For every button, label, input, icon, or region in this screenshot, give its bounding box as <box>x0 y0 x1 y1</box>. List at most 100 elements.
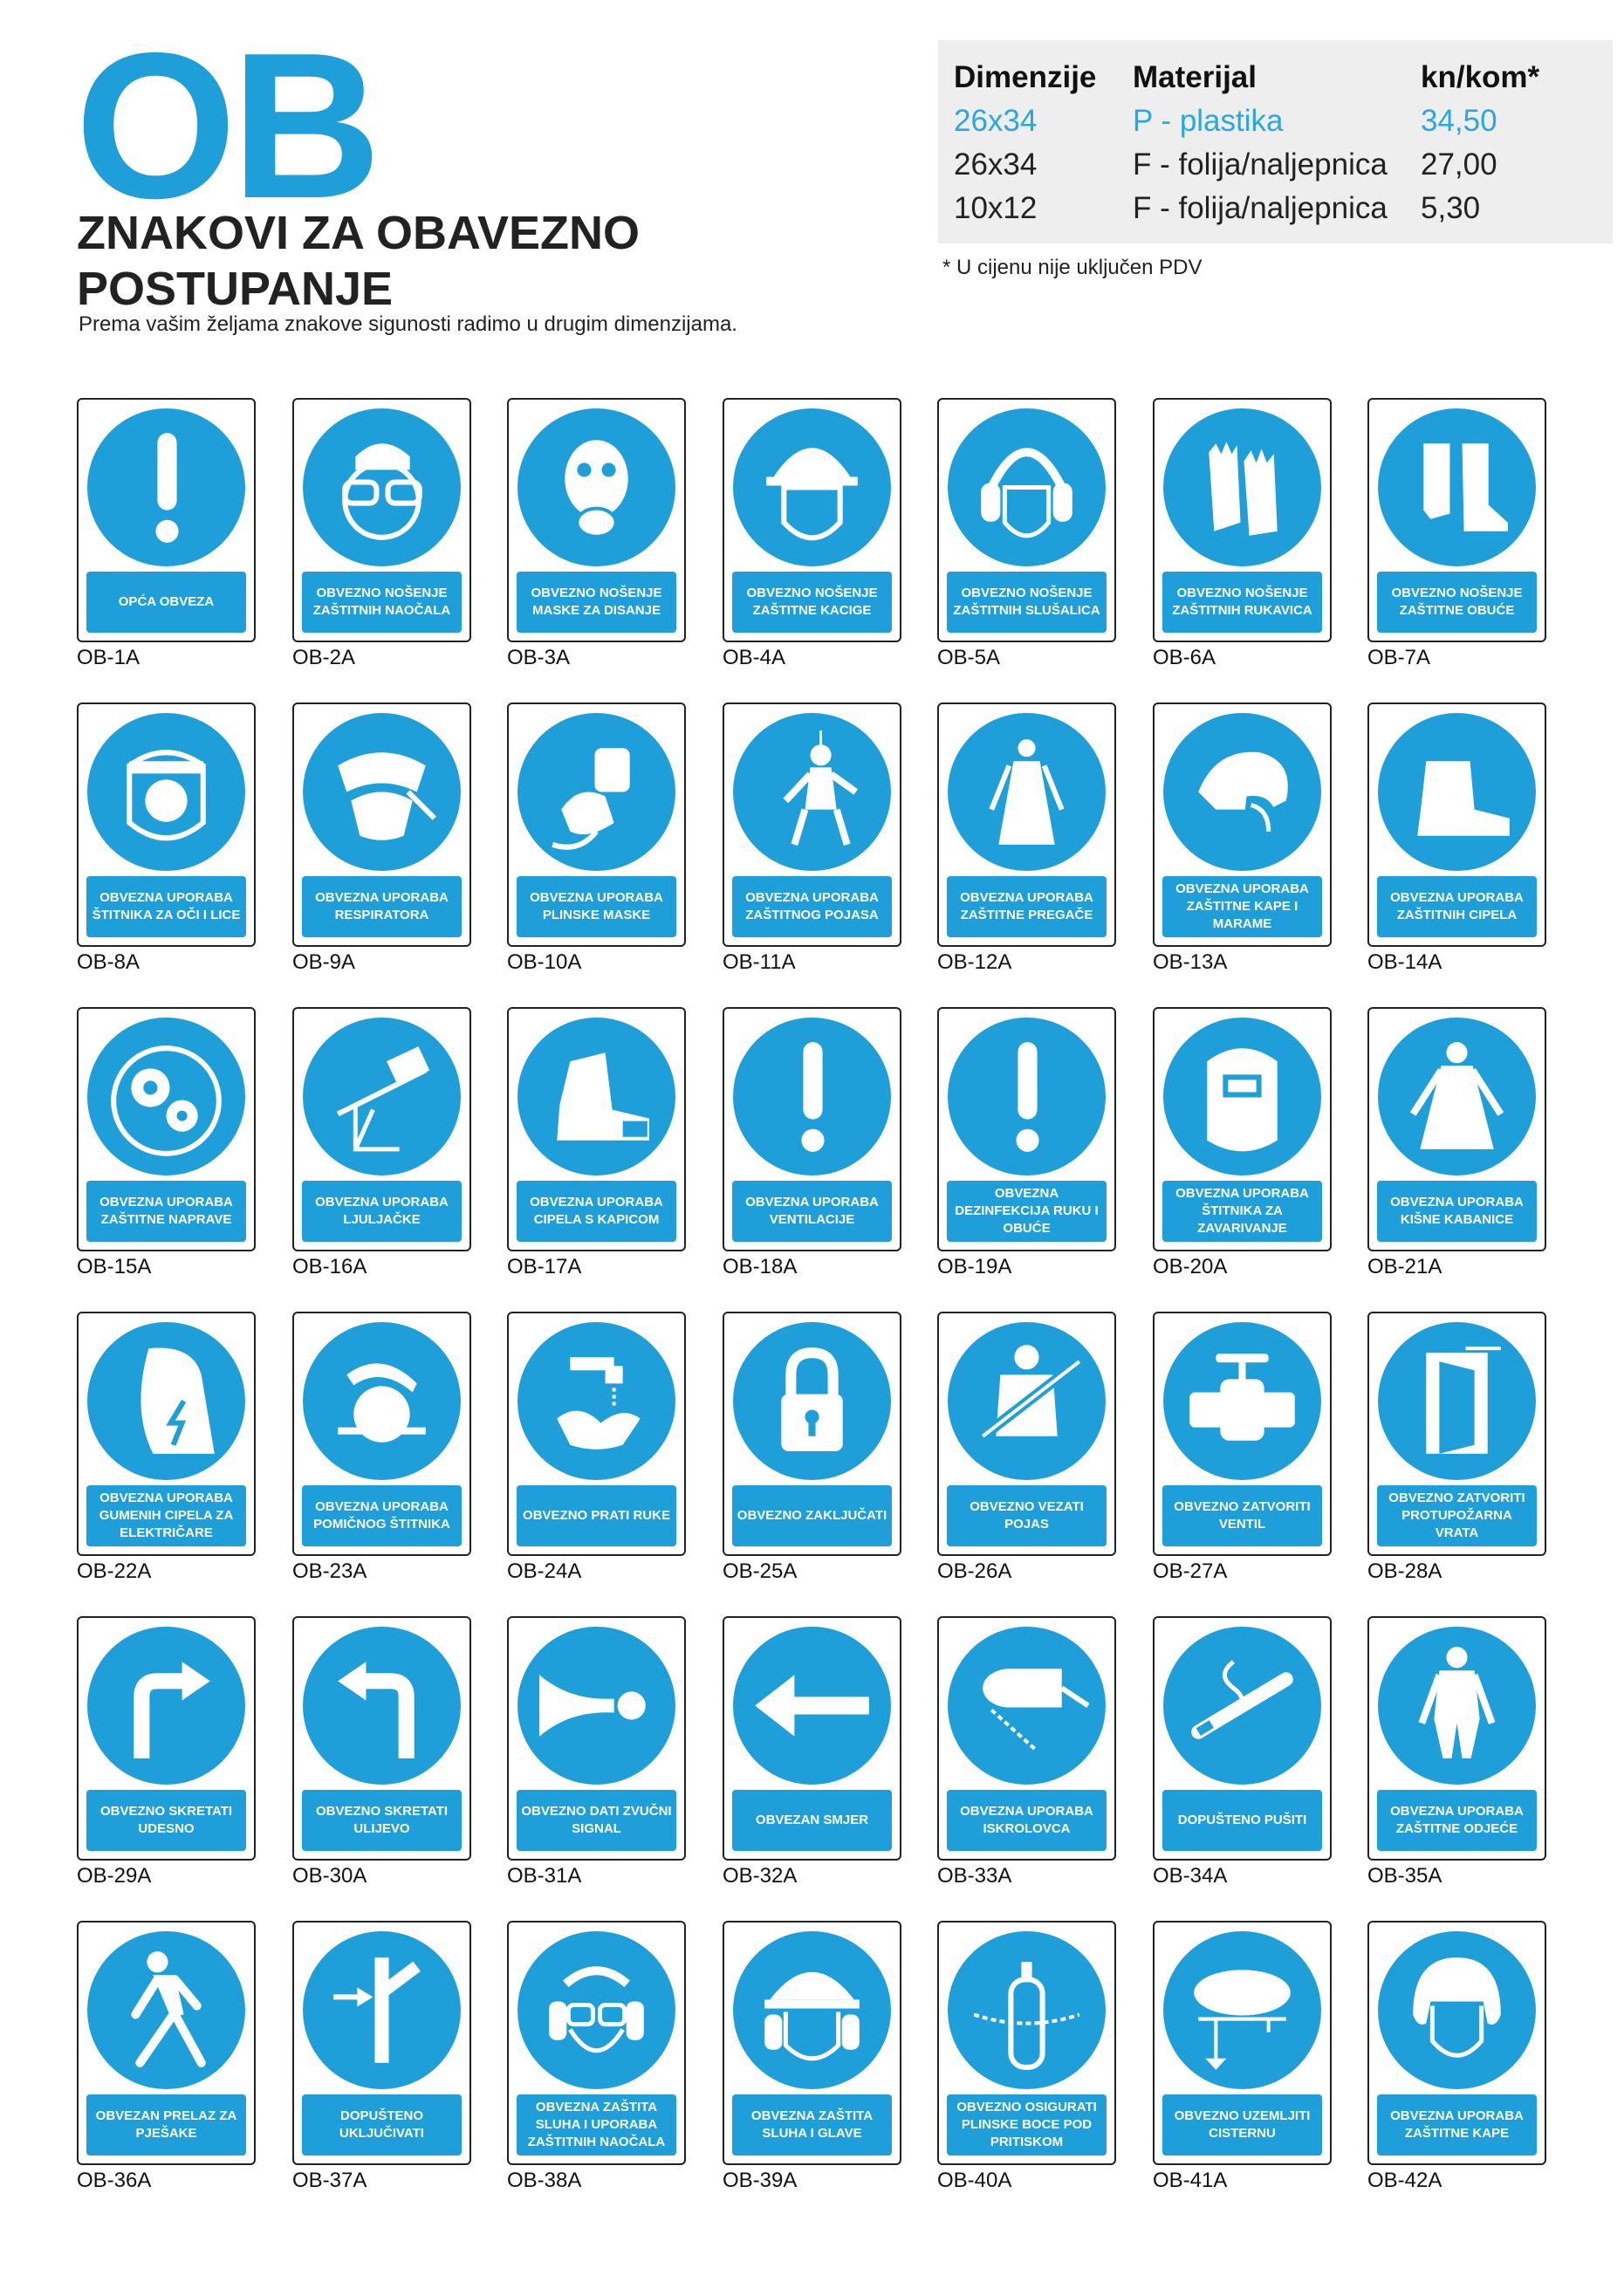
gloves-icon <box>1163 408 1321 566</box>
sign-label: OBVEZNA UPORABA CIPELA S KAPICOM <box>517 1181 676 1242</box>
sign-label: OBVEZAN PRELAZ ZA PJEŠAKE <box>86 2094 246 2155</box>
sign-plate: OBVEZNO NOŠENJE ZAŠTITNIH SLUŠALICA <box>937 398 1116 642</box>
arrow-left-icon <box>733 1627 891 1785</box>
sign-code: OB-20A <box>1153 1255 1228 1278</box>
sign-label: OBVEZNA UPORABA ZAŠTITNE KAPE I MARAME <box>1162 876 1322 937</box>
sign-code: OB-42A <box>1367 2169 1442 2192</box>
sign-label: OBVEZNO PRATI RUKE <box>517 1485 676 1546</box>
sign-plate: OBVEZNO OSIGURATI PLINSKE BOCE POD PRITI… <box>937 1921 1116 2165</box>
sign-label: OBVEZNA UPORABA PLINSKE MASKE <box>517 876 676 937</box>
sign-card: OBVEZNA UPORABA KIŠNE KABANICE OB-21A <box>1367 1007 1546 1278</box>
sign-card: OBVEZNO NOŠENJE ZAŠTITNIH SLUŠALICA OB-5A <box>937 398 1116 669</box>
sign-card: OBVEZNA UPORABA ISKROLOVCA OB-33A <box>937 1616 1116 1888</box>
sign-card: OBVEZNO ZATVORITI PROTUPOŽARNA VRATA OB-2… <box>1367 1312 1546 1583</box>
fire-door-icon <box>1378 1322 1536 1480</box>
shoe-icon <box>1378 713 1536 871</box>
sign-plate: OBVEZNO NOŠENJE MASKE ZA DISANJE <box>507 398 686 642</box>
sign-card: OBVEZNO ZATVORITI VENTIL OB-27A <box>1153 1312 1332 1583</box>
sign-label: DOPUŠTENO UKLJUČIVATI <box>302 2094 462 2155</box>
sign-code: OB-26A <box>937 1559 1012 1583</box>
sign-label: OPĆA OBVEZA <box>86 572 246 633</box>
turn-right-icon <box>87 1627 245 1785</box>
sign-plate: OBVEZNA UPORABA VENTILACIJE <box>723 1007 901 1251</box>
sign-card: OBVEZAN SMJER OB-32A <box>723 1616 901 1888</box>
sign-card: OBVEZNA UPORABA GUMENIH CIPELA ZA ELEKTR… <box>77 1312 256 1583</box>
sign-code: OB-4A <box>723 646 786 669</box>
sign-code: OB-37A <box>292 2169 367 2192</box>
sign-plate: OBVEZNO NOŠENJE ZAŠTITNE OBUĆE <box>1367 398 1546 642</box>
sign-label: OBVEZNO NOŠENJE ZAŠTITNE KACIGE <box>732 572 892 633</box>
sign-plate: OBVEZNO NOŠENJE ZAŠTITNE KACIGE <box>723 398 901 642</box>
sign-label: OBVEZNA UPORABA ZAŠTITNE NAPRAVE <box>86 1181 246 1242</box>
sign-card: OBVEZNO NOŠENJE MASKE ZA DISANJE OB-3A <box>507 398 686 669</box>
page-subtitle: Prema vašim željama znakove sigunosti ra… <box>79 312 737 336</box>
sign-plate: OBVEZNA UPORABA LJULJAČKE <box>292 1007 471 1251</box>
sign-card: OBVEZNO DATI ZVUČNI SIGNAL OB-31A <box>507 1616 686 1888</box>
sign-card: OBVEZNA UPORABA RESPIRATORA OB-9A <box>292 703 471 974</box>
sign-plate: OBVEZNO DATI ZVUČNI SIGNAL <box>507 1616 686 1861</box>
hairnet-icon <box>1378 1931 1536 2089</box>
sign-plate: OBVEZNA UPORABA ZAŠTITNOG POJASA <box>723 703 901 947</box>
coverall-icon <box>1378 1627 1536 1785</box>
sign-label: OBVEZNA UPORABA KIŠNE KABANICE <box>1377 1181 1537 1242</box>
sign-plate: OBVEZNA UPORABA GUMENIH CIPELA ZA ELEKTR… <box>77 1312 256 1556</box>
sign-label: OBVEZNA DEZINFEKCIJA RUKU I OBUĆE <box>947 1181 1107 1242</box>
sign-plate: OBVEZNA UPORABA RESPIRATORA <box>292 703 471 947</box>
sign-plate: OBVEZNA ZAŠTITA SLUHA I GLAVE <box>723 1921 901 2165</box>
sign-plate: OBVEZNA UPORABA ISKROLOVCA <box>937 1616 1116 1861</box>
sign-card: OBVEZNO UZEMLJITI CISTERNU OB-41A <box>1153 1921 1332 2192</box>
sign-code: OB-31A <box>507 1864 582 1888</box>
exclamation-icon <box>733 1018 891 1175</box>
sign-code: OB-38A <box>507 2169 582 2192</box>
sign-label: OBVEZNA UPORABA ŠTITNIKA ZA OČI I LICE <box>86 876 246 937</box>
sign-card: OBVEZNA UPORABA ZAŠTITNE ODJEĆE OB-35A <box>1367 1616 1546 1888</box>
sign-card: OBVEZNA UPORABA ŠTITNIKA ZA OČI I LICE OB… <box>77 703 256 974</box>
sign-code: OB-19A <box>937 1255 1012 1278</box>
price-row: 10x12 F - folija/naljepnica 5,30 <box>954 187 1560 230</box>
sign-code: OB-33A <box>937 1864 1012 1888</box>
price-table: Dimenzije Materijal kn/kom* 26x34 P - pl… <box>938 40 1613 243</box>
sign-card: OBVEZNO NOŠENJE ZAŠTITNE KACIGE OB-4A <box>723 398 901 669</box>
sign-card: OBVEZNO VEZATI POJAS OB-26A <box>937 1312 1116 1583</box>
sign-card: OBVEZNO ZAKLJUČATI OB-25A <box>723 1312 901 1583</box>
sign-card: OBVEZNA UPORABA POMIČNOG ŠTITNIKA OB-23A <box>292 1312 471 1583</box>
sign-plate: OBVEZNO NOŠENJE ZAŠTITNIH RUKAVICA <box>1153 398 1332 642</box>
sign-label: OBVEZNO SKRETATI ULIJEVO <box>302 1790 462 1851</box>
face-shield-icon <box>87 713 245 871</box>
sign-label: OBVEZNO SKRETATI UDESNO <box>86 1790 246 1851</box>
sign-label: OBVEZNO NOŠENJE MASKE ZA DISANJE <box>517 572 676 633</box>
sign-label: DOPUŠTENO PUŠITI <box>1162 1790 1322 1851</box>
sign-card: OBVEZNO PRATI RUKE OB-24A <box>507 1312 686 1583</box>
sign-code: OB-3A <box>507 646 571 669</box>
sign-plate: OBVEZNO SKRETATI UDESNO <box>77 1616 256 1861</box>
sign-card: OPĆA OBVEZA OB-1A <box>77 398 256 669</box>
horn-icon <box>517 1627 675 1785</box>
price-row: 26x34 F - folija/naljepnica 27,00 <box>954 143 1560 187</box>
price-cell: P - plastika <box>1133 104 1284 138</box>
sign-code: OB-11A <box>723 950 796 974</box>
sign-plate: OBVEZNA UPORABA ZAŠTITNE PREGAČE <box>937 703 1116 947</box>
turn-left-icon <box>303 1627 461 1785</box>
sign-label: OBVEZNA UPORABA VENTILACIJE <box>732 1181 892 1242</box>
sign-plate: OBVEZNO PRATI RUKE <box>507 1312 686 1556</box>
sign-plate: OBVEZNO VEZATI POJAS <box>937 1312 1116 1556</box>
sign-plate: OBVEZNO ZAKLJUČATI <box>723 1312 901 1556</box>
sign-plate: OPĆA OBVEZA <box>77 398 256 642</box>
sign-code: OB-6A <box>1153 646 1216 669</box>
sign-plate: OBVEZNA UPORABA ZAŠTITNIH CIPELA <box>1367 703 1546 947</box>
sign-code: OB-28A <box>1367 1559 1442 1583</box>
sign-plate: OBVEZNO NOŠENJE ZAŠTITNIH NAOČALA <box>292 398 471 642</box>
valve-icon <box>1163 1322 1321 1480</box>
sign-card: DOPUŠTENO PUŠITI OB-34A <box>1153 1616 1332 1888</box>
price-cell: 10x12 <box>954 191 1038 225</box>
sign-plate: OBVEZNA UPORABA ZAŠTITNE NAPRAVE <box>77 1007 256 1251</box>
sign-card: OBVEZNA ZAŠTITA SLUHA I GLAVE OB-39A <box>723 1921 901 2192</box>
sign-code: OB-34A <box>1153 1864 1228 1888</box>
sign-code: OB-35A <box>1367 1864 1442 1888</box>
sign-label: OBVEZNO NOŠENJE ZAŠTITNIH RUKAVICA <box>1162 572 1322 633</box>
sign-code: OB-32A <box>723 1864 798 1888</box>
electric-boot-icon <box>87 1322 245 1480</box>
sign-label: OBVEZNO ZATVORITI VENTIL <box>1162 1485 1322 1546</box>
sign-label: OBVEZNA UPORABA ŠTITNIKA ZA ZAVARIVANJE <box>1162 1181 1322 1242</box>
sign-plate: DOPUŠTENO UKLJUČIVATI <box>292 1921 471 2165</box>
